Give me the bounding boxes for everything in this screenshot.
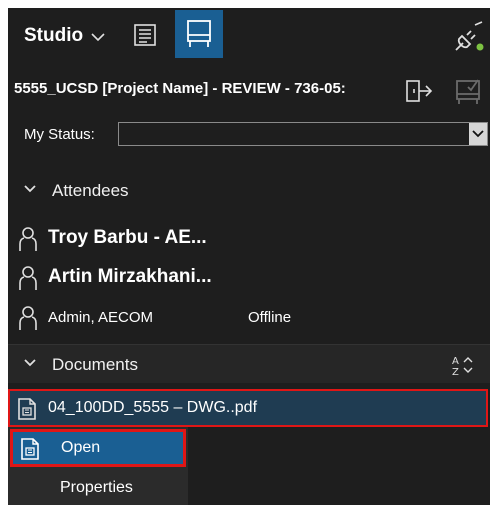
context-menu-properties[interactable]: Properties — [8, 473, 188, 505]
leave-session-icon — [406, 80, 433, 102]
document-name: 04_100DD_5555 – DWG..pdf — [48, 399, 258, 416]
chevron-down-icon — [24, 185, 36, 193]
attendee-name: Admin, AECOM — [48, 309, 154, 326]
session-row: 5555_UCSD [Project Name] - REVIEW - 736-… — [8, 72, 490, 108]
pdf-file-icon — [18, 398, 36, 420]
session-title: 5555_UCSD [Project Name] - REVIEW - 736-… — [14, 80, 346, 97]
attendee-row[interactable]: Admin, AECOM Offline — [8, 301, 490, 333]
studio-panel: Studio 5555_UCSD [Project Name] - REVIEW… — [8, 8, 490, 505]
context-menu-open-label: Open — [61, 439, 101, 456]
document-context-menu: Open Properties — [8, 427, 188, 505]
documents-header-label: Documents — [52, 355, 138, 374]
chevron-down-icon — [24, 359, 36, 367]
documents-section-toggle[interactable]: Documents A Z — [8, 344, 490, 383]
layout-panel-button[interactable] — [175, 10, 223, 58]
dropdown-arrow[interactable] — [469, 123, 487, 145]
document-item[interactable]: 04_100DD_5555 – DWG..pdf — [8, 389, 488, 427]
leave-session-button[interactable] — [404, 78, 434, 104]
connection-status-button[interactable] — [452, 20, 486, 54]
notes-icon — [134, 24, 156, 46]
svg-text:Z: Z — [452, 367, 459, 377]
attendees-section-toggle[interactable]: Attendees — [8, 173, 490, 207]
attendee-presence: Offline — [248, 309, 292, 326]
my-status-row: My Status: — [8, 118, 490, 150]
context-menu-open[interactable]: Open — [10, 429, 186, 467]
toolbar: Studio — [8, 8, 490, 64]
sort-button[interactable]: A Z — [448, 351, 478, 379]
my-status-label: My Status: — [24, 126, 95, 143]
chevron-down-icon — [472, 130, 484, 138]
person-icon — [19, 266, 37, 290]
attendee-row[interactable]: Troy Barbu - AE... — [8, 222, 490, 254]
layout-panel-icon — [187, 20, 211, 47]
connection-status-icon — [455, 21, 484, 51]
notes-button[interactable] — [130, 20, 160, 50]
my-status-select[interactable] — [118, 122, 488, 146]
svg-text:A: A — [452, 356, 459, 367]
chevron-down-icon — [91, 32, 105, 41]
sort-az-icon: A Z — [452, 356, 473, 377]
attendees-header-label: Attendees — [52, 181, 129, 200]
attendee-name: Artin Mirzakhani... — [48, 266, 212, 287]
attendee-row[interactable]: Artin Mirzakhani... — [8, 261, 490, 293]
studio-label: Studio — [24, 25, 84, 46]
context-menu-properties-label: Properties — [60, 479, 133, 496]
pdf-file-icon — [21, 438, 39, 460]
finish-review-icon — [456, 79, 480, 104]
studio-menu-button[interactable]: Studio — [24, 22, 105, 50]
person-icon — [19, 227, 37, 251]
person-icon — [19, 306, 37, 330]
attendee-name: Troy Barbu - AE... — [48, 227, 207, 248]
finish-review-button — [452, 76, 484, 106]
